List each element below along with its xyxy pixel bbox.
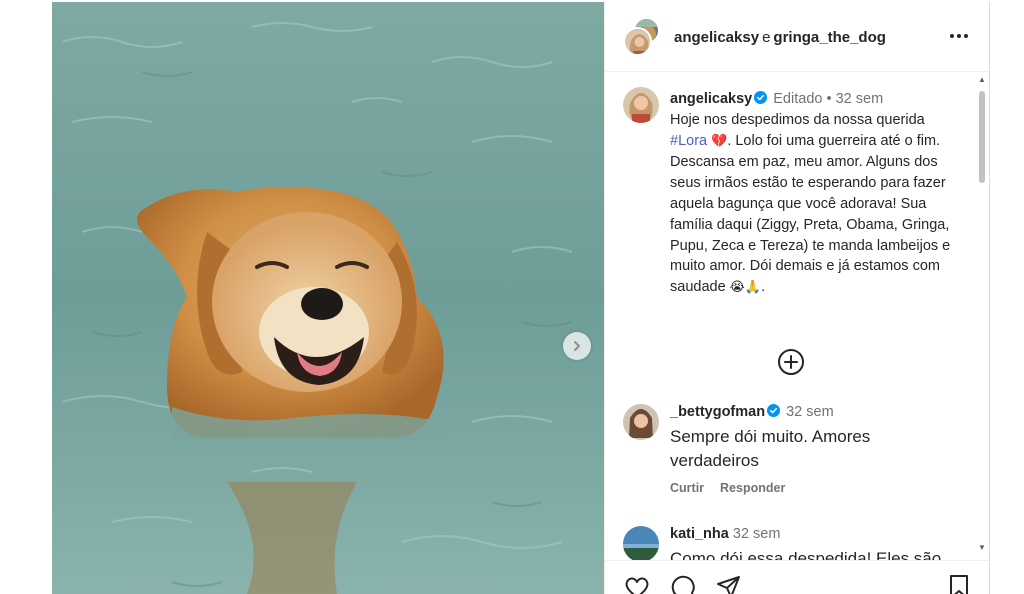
caption-body: angelicaksy Editado • 32 sem Hoje nos de… [670,89,955,299]
author-link-2[interactable]: gringa_the_dog [773,29,886,46]
verified-badge-icon [754,91,768,104]
comment-icon [671,575,695,594]
scroll-down-arrow[interactable]: ▼ [977,543,987,553]
share-button[interactable] [715,573,743,594]
plus-circle-icon [778,349,804,375]
edited-label: Editado [773,91,823,107]
comment-username[interactable]: _bettygofman [670,404,765,420]
reply-button[interactable]: Responder [720,481,785,495]
comments-scroll-area[interactable]: angelicaksy Editado • 32 sem Hoje nos de… [605,73,991,560]
post-authors: angelicaksy e gringa_the_dog [674,29,886,46]
author-conjunction: e [762,29,771,46]
avatar[interactable] [623,526,659,560]
dog-swimming-photo [52,2,604,594]
meta-separator: • [826,91,832,107]
comment-text: Como dói essa despedida! Eles são [670,549,942,560]
verified-badge-icon [767,404,781,417]
chevron-right-icon [574,341,580,351]
scroll-up-arrow[interactable]: ▲ [977,75,987,85]
comment-item: _bettygofman 32 sem Sempre dói muito. Am… [623,404,968,514]
send-icon [717,576,740,594]
heart-icon [625,577,649,594]
caption-text-rest: . Lolo foi uma guerreira até o fim. Desc… [670,132,951,296]
scrollbar-thumb[interactable] [979,91,985,183]
comment-header: kati_nha 32 sem [670,526,780,542]
next-image-button[interactable] [563,332,591,360]
avatar[interactable] [623,87,659,123]
comment-username[interactable]: kati_nha [670,526,729,542]
author-link-1[interactable]: angelicaksy [674,29,759,46]
caption-text-start: Hoje nos despedimos da nossa querida [670,111,925,128]
post-actions-bar [605,560,991,594]
crying-praying-emoji: 😭🙏 [729,280,762,296]
post-side-panel: angelicaksy e gringa_the_dog angelicaksy E… [604,2,991,594]
scrollbar[interactable]: ▲ ▼ [977,73,987,560]
more-options-icon[interactable] [945,24,973,48]
caption-timestamp[interactable]: 32 sem [836,91,884,107]
caption-period: . [761,279,766,296]
comment-button[interactable] [669,573,697,594]
like-button[interactable] [623,573,651,594]
hashtag-link[interactable]: #Lora [670,133,707,149]
comment-text: Sempre dói muito. Amores verdadeiros [670,427,871,470]
load-more-comments-button[interactable] [777,348,805,376]
comment-timestamp[interactable]: 32 sem [733,526,781,542]
comment-actions: Curtir Responder [670,481,801,495]
like-comment-button[interactable]: Curtir [670,481,704,495]
avatar[interactable] [623,404,659,440]
comment-header: _bettygofman 32 sem [670,404,834,420]
bookmark-icon [950,575,968,594]
avatar-angelicaksy[interactable] [623,27,652,56]
broken-heart-emoji: 💔 [711,133,728,149]
save-button[interactable] [945,573,973,594]
collab-avatars[interactable] [623,17,660,57]
post-media[interactable] [52,2,604,594]
comment-timestamp[interactable]: 32 sem [786,404,834,420]
comment-item: kati_nha 32 sem Como dói essa despedida!… [623,526,968,560]
caption-username[interactable]: angelicaksy [670,91,752,107]
post-header: angelicaksy e gringa_the_dog [605,2,991,72]
